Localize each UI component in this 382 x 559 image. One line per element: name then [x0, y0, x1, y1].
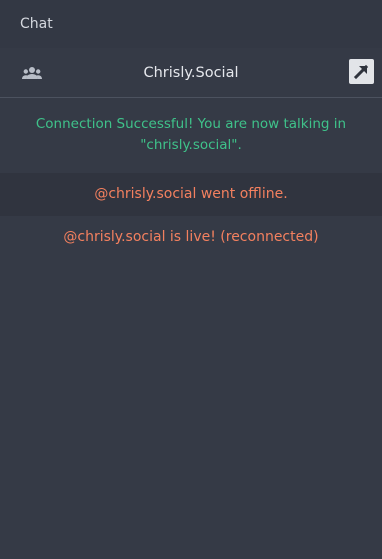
chat-header-title: Chat — [20, 16, 53, 32]
users-icon[interactable] — [22, 66, 42, 80]
chat-panel: Chat Chrisly.Social Connection Successfu… — [0, 0, 382, 559]
arrow-up-right-icon — [353, 64, 369, 80]
popout-button[interactable] — [349, 59, 374, 84]
room-title: Chrisly.Social — [143, 64, 239, 81]
message-list: Connection Successful! You are now talki… — [0, 98, 382, 259]
offline-status-message: @chrisly.social went offline. — [0, 173, 382, 216]
connection-success-message: Connection Successful! You are now talki… — [35, 116, 347, 153]
live-status-message: @chrisly.social is live! (reconnected) — [63, 229, 319, 245]
chat-header: Chat — [0, 0, 382, 48]
room-bar: Chrisly.Social — [0, 48, 382, 98]
